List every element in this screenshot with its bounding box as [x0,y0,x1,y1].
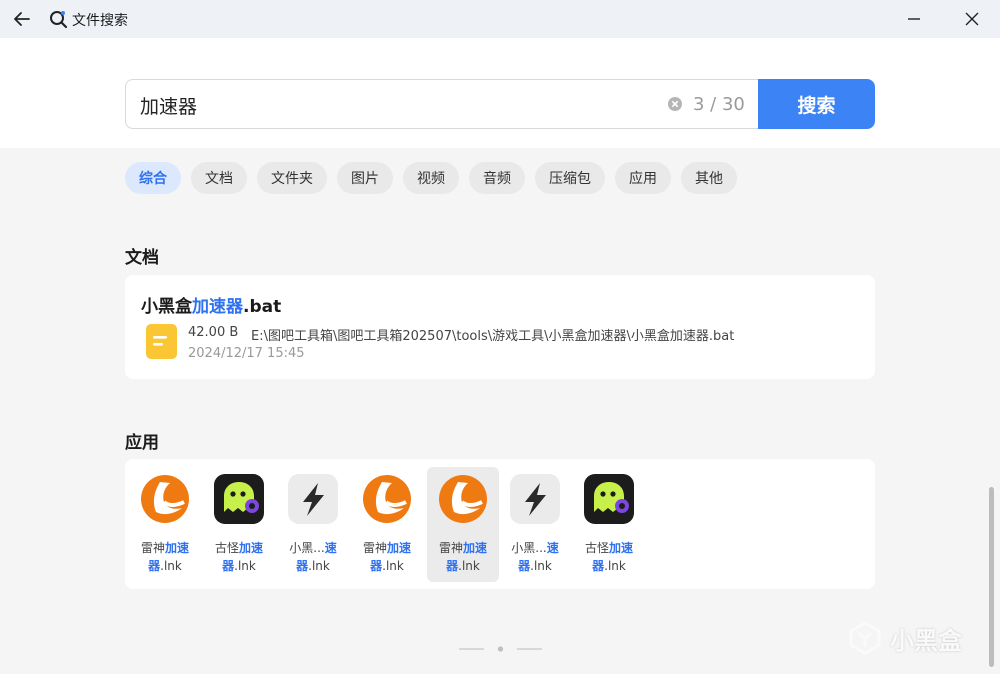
watermark-text: 小黑盒 [890,626,962,655]
title-bar: 文件搜索 [0,0,1000,38]
xiaoheihe-logo-icon [849,621,881,655]
filter-chip-audio[interactable]: 音频 [469,162,525,194]
filter-chip-documents[interactable]: 文档 [191,162,247,194]
filter-chip-apps[interactable]: 应用 [615,162,671,194]
filter-chip-archives[interactable]: 压缩包 [535,162,605,194]
leishen-icon [363,475,411,523]
app-item[interactable]: 雷神加速 器.lnk [351,467,423,582]
result-count: 3 / 30 [693,94,745,115]
documents-section-title: 文档 [125,248,159,268]
document-date: 2024/12/17 15:45 [188,346,305,361]
filter-chip-folders[interactable]: 文件夹 [257,162,327,194]
window-title: 文件搜索 [72,13,128,29]
xiaoheihe-accelerator-icon [510,474,560,524]
filter-chip-other[interactable]: 其他 [681,162,737,194]
clear-icon[interactable] [667,96,683,112]
leishen-icon [141,475,189,523]
app-label: 古怪加速 器.lnk [214,541,264,573]
apps-section-title: 应用 [125,433,159,453]
document-size: 42.00 B [188,325,239,340]
app-label: 雷神加速 器.lnk [362,541,412,573]
search-input[interactable]: 加速器 3 / 30 [125,79,759,129]
app-item[interactable]: 小黑...速 器.lnk [277,467,349,582]
app-item[interactable]: 古怪加速 器.lnk [573,467,645,582]
apps-results: 雷神加速 器.lnk 古怪加速 器.lnk 小黑...速 器.lnk 雷神加速 器.ln… [125,459,875,589]
app-label: 雷神加速 器.lnk [140,541,190,573]
app-label: 小黑...速 器.lnk [511,541,559,573]
document-name: 小黑盒加速器.bat [141,297,282,317]
app-item[interactable]: 雷神加速 器.lnk [129,467,201,582]
close-icon[interactable] [960,8,984,30]
guguai-icon [584,474,634,524]
search-logo-icon [50,11,68,29]
guguai-icon [214,474,264,524]
app-label: 小黑...速 器.lnk [289,541,337,573]
xiaoheihe-accelerator-icon [288,474,338,524]
search-query[interactable]: 加速器 [140,92,197,119]
document-path: E:\图吧工具箱\图吧工具箱202507\tools\游戏工具\小黑盒加速器\小… [251,329,735,344]
filter-chips: 综合 文档 文件夹 图片 视频 音频 压缩包 应用 其他 [125,162,737,194]
back-arrow-icon[interactable] [11,8,33,30]
document-result[interactable]: 小黑盒加速器.bat 42.00 B E:\图吧工具箱\图吧工具箱202507\… [125,275,875,379]
leishen-icon [439,475,487,523]
filter-chip-images[interactable]: 图片 [337,162,393,194]
app-item[interactable]: 小黑...速 器.lnk [499,467,571,582]
filter-chip-all[interactable]: 综合 [125,162,181,194]
watermark: 小黑盒 [848,618,978,658]
app-label: 古怪加速 器.lnk [584,541,634,573]
page-indicator [459,646,542,652]
app-label: 雷神加速 器.lnk [438,541,488,573]
minimize-icon[interactable] [902,8,926,30]
search-area: 加速器 3 / 30 搜索 [0,38,1000,148]
app-item[interactable]: 古怪加速 器.lnk [203,467,275,582]
scrollbar[interactable] [989,487,994,667]
search-button[interactable]: 搜索 [758,79,875,129]
app-item-selected[interactable]: 雷神加速 器.lnk [427,467,499,582]
document-icon [146,324,177,359]
filter-chip-videos[interactable]: 视频 [403,162,459,194]
